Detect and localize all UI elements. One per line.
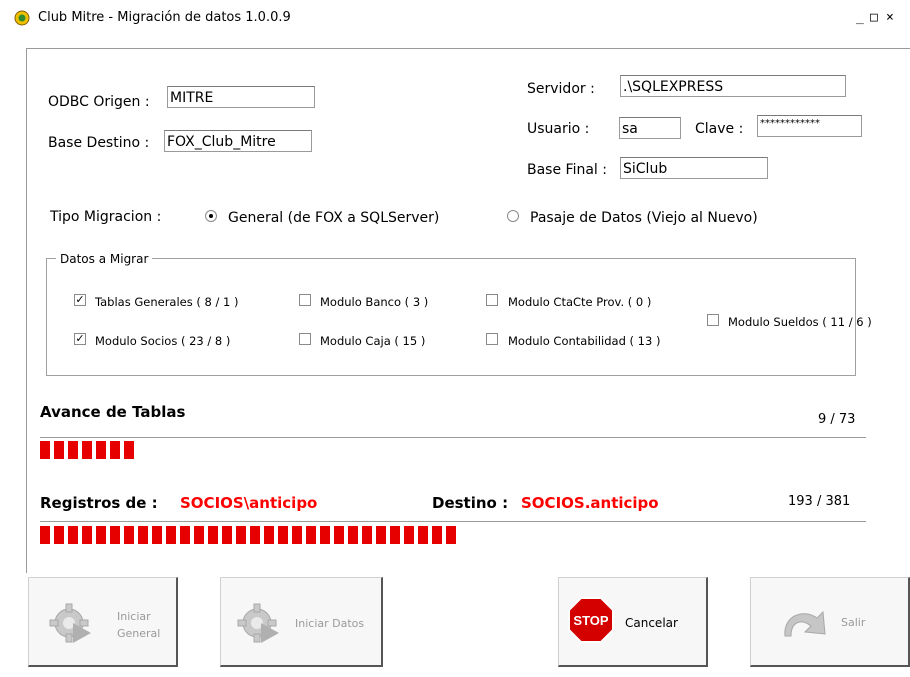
- checkbox-modulo-contabilidad-label[interactable]: Modulo Contabilidad ( 13 ): [508, 334, 660, 348]
- progress-block: [194, 526, 204, 544]
- checkbox-modulo-sueldos[interactable]: [707, 314, 719, 326]
- stop-sign-text: STOP: [573, 613, 608, 628]
- base-final-field[interactable]: SiClub: [620, 157, 768, 179]
- maximize-button[interactable]: □: [870, 10, 878, 25]
- app-icon: [14, 10, 30, 26]
- progress-block: [152, 526, 162, 544]
- progress-block: [320, 526, 330, 544]
- checkbox-modulo-ctacte-prov-label[interactable]: Modulo CtaCte Prov. ( 0 ): [508, 295, 651, 309]
- iniciar-datos-label: Iniciar Datos: [295, 617, 365, 630]
- radio-general-label[interactable]: General (de FOX a SQLServer): [228, 210, 439, 226]
- checkbox-modulo-socios[interactable]: ✓: [74, 333, 86, 345]
- progress-block: [418, 526, 428, 544]
- progress-block: [54, 441, 64, 459]
- iniciar-datos-button[interactable]: Iniciar Datos: [220, 577, 383, 667]
- progress-block: [124, 526, 134, 544]
- progress-block: [82, 526, 92, 544]
- progress-block: [40, 526, 50, 544]
- progress-block: [306, 526, 316, 544]
- destino-label: Destino :: [432, 494, 509, 512]
- progress-block: [390, 526, 400, 544]
- progress-block: [96, 441, 106, 459]
- base-destino-label: Base Destino :: [48, 135, 150, 151]
- iniciar-general-button[interactable]: Iniciar General: [28, 577, 178, 667]
- registros-value: SOCIOS\anticipo: [180, 494, 318, 512]
- odbc-origen-field[interactable]: MITRE: [167, 86, 315, 108]
- progress-block: [180, 526, 190, 544]
- servidor-label: Servidor :: [527, 81, 595, 97]
- progress-block: [222, 526, 232, 544]
- progress-block: [68, 526, 78, 544]
- progress-block: [250, 526, 260, 544]
- avance-tablas-count: 9 / 73: [818, 412, 856, 427]
- progress-block: [432, 526, 442, 544]
- checkbox-modulo-socios-label[interactable]: Modulo Socios ( 23 / 8 ): [95, 334, 230, 348]
- checkbox-modulo-sueldos-label[interactable]: Modulo Sueldos ( 11 / 6 ): [728, 315, 872, 329]
- destino-value: SOCIOS.anticipo: [521, 494, 659, 512]
- progress-block: [40, 441, 50, 459]
- progress-block: [334, 526, 344, 544]
- checkbox-modulo-contabilidad[interactable]: [486, 333, 498, 345]
- base-destino-field[interactable]: FOX_Club_Mitre: [164, 130, 312, 152]
- registros-label: Registros de :: [40, 494, 158, 512]
- progress-block: [68, 441, 78, 459]
- tipo-migracion-label: Tipo Migracion :: [50, 209, 162, 225]
- progress-block: [376, 526, 386, 544]
- progress-block: [362, 526, 372, 544]
- window-title: Club Mitre - Migración de datos 1.0.0.9: [38, 10, 291, 25]
- progress-block: [166, 526, 176, 544]
- avance-divider: [40, 437, 866, 438]
- progress-block: [264, 526, 274, 544]
- progress-block: [54, 526, 64, 544]
- checkbox-modulo-ctacte-prov[interactable]: [486, 294, 498, 306]
- datos-migrar-title: Datos a Migrar: [56, 252, 153, 266]
- progress-block: [110, 526, 120, 544]
- cancelar-label: Cancelar: [625, 616, 678, 630]
- progress-block: [96, 526, 106, 544]
- minimize-button[interactable]: _: [856, 10, 864, 25]
- salir-label: Salir: [841, 616, 866, 629]
- registros-divider: [40, 521, 866, 522]
- clave-field[interactable]: ************: [757, 115, 862, 137]
- checkbox-modulo-banco[interactable]: [299, 294, 311, 306]
- progress-block: [404, 526, 414, 544]
- cancelar-button[interactable]: STOP Cancelar: [558, 577, 708, 667]
- progress-block: [82, 441, 92, 459]
- title-bar: Club Mitre - Migración de datos 1.0.0.9 …: [0, 0, 910, 36]
- gear-play-icon: [237, 603, 279, 643]
- checkbox-tablas-generales[interactable]: ✓: [74, 294, 86, 306]
- progress-block: [348, 526, 358, 544]
- radio-pasaje-datos[interactable]: [507, 210, 519, 222]
- salir-button[interactable]: Salir: [750, 577, 910, 667]
- progress-block: [446, 526, 456, 544]
- iniciar-general-label: Iniciar General: [117, 610, 161, 640]
- usuario-field[interactable]: sa: [619, 117, 681, 139]
- registros-progress-bar: [40, 526, 866, 544]
- checkbox-tablas-generales-label[interactable]: Tablas Generales ( 8 / 1 ): [95, 295, 239, 309]
- progress-block: [292, 526, 302, 544]
- gear-play-icon: [49, 603, 91, 643]
- servidor-field[interactable]: .\SQLEXPRESS: [620, 75, 846, 97]
- stop-sign-icon: STOP: [568, 597, 614, 643]
- progress-block: [236, 526, 246, 544]
- base-final-label: Base Final :: [527, 162, 607, 178]
- odbc-origen-label: ODBC Origen :: [48, 94, 150, 110]
- checkbox-modulo-banco-label[interactable]: Modulo Banco ( 3 ): [320, 295, 428, 309]
- progress-block: [124, 441, 134, 459]
- avance-tablas-progress-bar: [40, 441, 866, 459]
- registros-count: 193 / 381: [788, 494, 851, 509]
- radio-general[interactable]: [205, 210, 217, 222]
- usuario-label: Usuario :: [527, 121, 590, 137]
- checkbox-modulo-caja-label[interactable]: Modulo Caja ( 15 ): [320, 334, 425, 348]
- clave-label: Clave :: [695, 121, 744, 137]
- checkbox-modulo-caja[interactable]: [299, 333, 311, 345]
- close-button[interactable]: ×: [886, 10, 894, 25]
- progress-block: [278, 526, 288, 544]
- progress-block: [208, 526, 218, 544]
- progress-block: [138, 526, 148, 544]
- progress-block: [110, 441, 120, 459]
- exit-arrow-icon: [784, 610, 826, 637]
- avance-tablas-title: Avance de Tablas: [40, 403, 186, 421]
- radio-pasaje-datos-label[interactable]: Pasaje de Datos (Viejo al Nuevo): [530, 210, 758, 226]
